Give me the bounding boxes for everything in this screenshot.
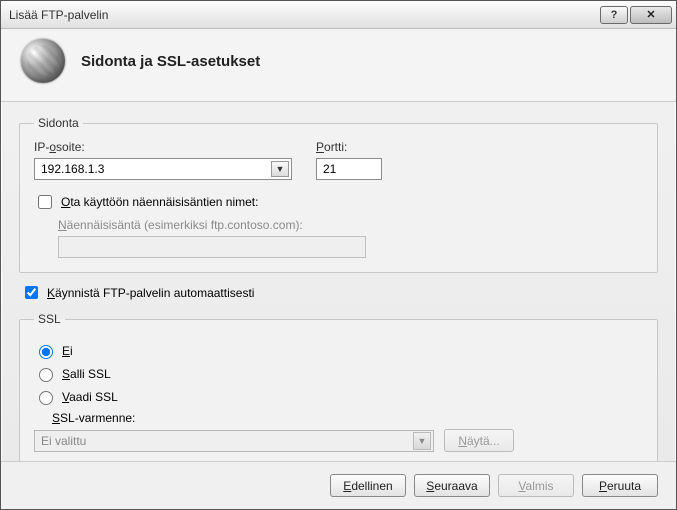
content-area: Sidonta IP-osoite: ▼ Portti: Ota käyttöö… bbox=[1, 102, 676, 461]
dialog-window: Lisää FTP-palvelin ? ✕ Sidonta ja SSL-as… bbox=[0, 0, 677, 510]
ssl-require-label: Vaadi SSL bbox=[62, 390, 118, 404]
autostart-row: Käynnistä FTP-palvelin automaattisesti bbox=[21, 283, 656, 302]
ssl-legend: SSL bbox=[34, 312, 65, 326]
ssl-cert-row: Ei valittu ▼ Näytä... bbox=[34, 429, 643, 452]
ssl-group: SSL Ei Salli SSL Vaadi SSL SSL-varmenne:… bbox=[19, 312, 658, 461]
ssl-none-radio[interactable] bbox=[39, 345, 53, 359]
virtual-host-section: Näennäisisäntä (esimerkiksi ftp.contoso.… bbox=[58, 218, 643, 258]
ssl-cert-combo: Ei valittu ▼ bbox=[34, 430, 434, 452]
ssl-cert-label: SSL-varmenne: bbox=[52, 411, 643, 425]
autostart-checkbox[interactable] bbox=[25, 286, 38, 299]
virtual-host-label: Näennäisisäntä (esimerkiksi ftp.contoso.… bbox=[58, 218, 643, 232]
window-buttons: ? ✕ bbox=[600, 6, 672, 24]
virtual-host-input bbox=[58, 236, 366, 258]
globe-icon bbox=[21, 39, 65, 83]
ssl-allow-label: Salli SSL bbox=[62, 367, 111, 381]
binding-row: IP-osoite: ▼ Portti: bbox=[34, 140, 643, 180]
window-title: Lisää FTP-palvelin bbox=[9, 8, 600, 22]
page-title: Sidonta ja SSL-asetukset bbox=[81, 53, 260, 70]
titlebar: Lisää FTP-palvelin ? ✕ bbox=[1, 1, 676, 29]
enable-virtual-label: Ota käyttöön näennäisisäntien nimet: bbox=[61, 195, 258, 209]
ip-combo[interactable]: ▼ bbox=[34, 158, 292, 180]
port-input[interactable] bbox=[316, 158, 382, 180]
help-button[interactable]: ? bbox=[600, 6, 628, 24]
port-label: Portti: bbox=[316, 140, 382, 154]
prev-button[interactable]: Edellinen bbox=[330, 474, 406, 497]
enable-virtual-checkbox[interactable] bbox=[38, 195, 52, 209]
ssl-allow-row: Salli SSL bbox=[34, 365, 643, 382]
ssl-none-label: Ei bbox=[62, 344, 73, 358]
ssl-none-row: Ei bbox=[34, 342, 643, 359]
close-button[interactable]: ✕ bbox=[630, 6, 672, 24]
wizard-header: Sidonta ja SSL-asetukset bbox=[1, 29, 676, 102]
ip-col: IP-osoite: ▼ bbox=[34, 140, 292, 180]
ssl-require-row: Vaadi SSL bbox=[34, 388, 643, 405]
show-cert-button: Näytä... bbox=[444, 429, 514, 452]
ssl-allow-radio[interactable] bbox=[39, 368, 53, 382]
port-col: Portti: bbox=[316, 140, 382, 180]
wizard-footer: Edellinen Seuraava Valmis Peruuta bbox=[1, 461, 676, 509]
cancel-button[interactable]: Peruuta bbox=[582, 474, 658, 497]
virtual-host-enable-row: Ota käyttöön näennäisisäntien nimet: bbox=[34, 192, 643, 212]
next-button[interactable]: Seuraava bbox=[414, 474, 490, 497]
binding-group: Sidonta IP-osoite: ▼ Portti: Ota käyttöö… bbox=[19, 116, 658, 273]
ip-input[interactable] bbox=[35, 159, 291, 179]
binding-legend: Sidonta bbox=[34, 116, 83, 130]
finish-button: Valmis bbox=[498, 474, 574, 497]
ssl-require-radio[interactable] bbox=[39, 391, 53, 405]
ssl-cert-value: Ei valittu bbox=[35, 434, 413, 448]
ip-label: IP-osoite: bbox=[34, 140, 292, 154]
chevron-down-icon: ▼ bbox=[413, 432, 431, 450]
chevron-down-icon[interactable]: ▼ bbox=[271, 161, 289, 177]
autostart-label: Käynnistä FTP-palvelin automaattisesti bbox=[47, 286, 254, 300]
